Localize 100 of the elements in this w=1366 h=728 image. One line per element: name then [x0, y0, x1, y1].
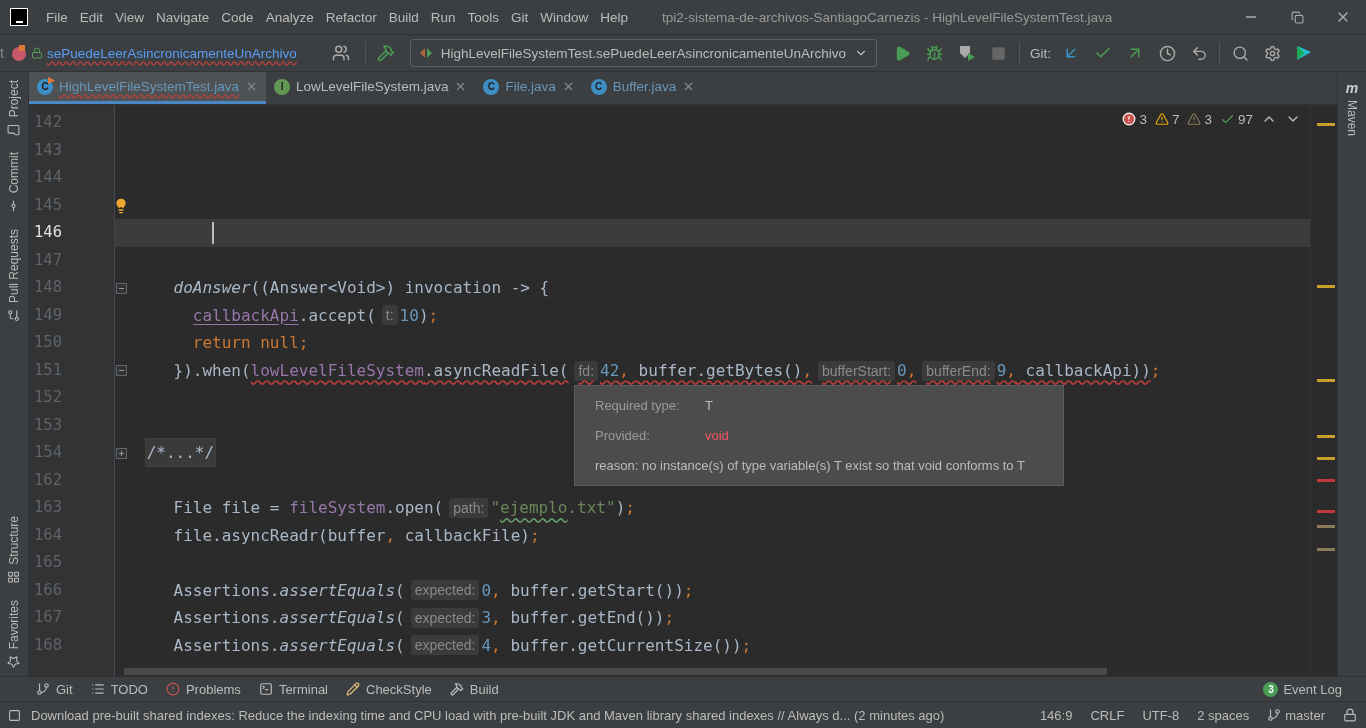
code-token: ,	[619, 360, 629, 380]
editor-tab[interactable]: C Buffer.java	[582, 72, 704, 104]
menu-item[interactable]: Edit	[73, 9, 110, 25]
menu-item[interactable]: Analyze	[259, 9, 320, 25]
plugin-logo-icon[interactable]	[1295, 44, 1313, 62]
parameter-hint: expected:	[410, 607, 480, 628]
tool-window-button[interactable]: Git	[30, 681, 85, 697]
weak-warning-count[interactable]: 3	[1204, 111, 1212, 127]
tool-window-button[interactable]: CheckStyle	[340, 681, 444, 697]
tooltip-value: void	[705, 428, 729, 443]
run-config-dropdown[interactable]: HighLevelFileSystemTest.sePuedeLeerAsincronicamenteUnArchivo	[409, 39, 877, 67]
event-log-button[interactable]: 3 Event Log	[1263, 681, 1366, 697]
weak-warning-icon	[1187, 112, 1202, 126]
side-tool-tab[interactable]: Commit	[0, 144, 28, 221]
code-token: 10	[399, 305, 419, 325]
warning-count[interactable]: 7	[1171, 111, 1180, 127]
build-icon[interactable]	[376, 44, 395, 62]
parameter-hint: bufferStart:	[818, 360, 896, 381]
git-branch[interactable]: master	[1258, 707, 1334, 723]
code-token: .accept(	[298, 305, 376, 325]
coverage-icon[interactable]	[958, 44, 976, 62]
file-encoding[interactable]: UTF-8	[1133, 707, 1189, 723]
code-token: ;	[428, 305, 439, 325]
tooltip-label: Provided:	[595, 428, 651, 443]
tool-window-button[interactable]: TODO	[84, 681, 160, 697]
typo-count[interactable]: 97	[1237, 111, 1253, 127]
side-tool-tab[interactable]: Structure	[0, 507, 28, 592]
error-count[interactable]: 3	[1139, 111, 1147, 127]
menu-item[interactable]: Window	[534, 9, 595, 25]
editor-tab[interactable]: C File.java	[475, 72, 583, 104]
side-tool-tab[interactable]: Favorites	[0, 591, 28, 676]
menu-item[interactable]: Git	[505, 9, 535, 25]
pencil-icon	[346, 682, 360, 696]
code-token: lowLevelFileSystem	[250, 360, 424, 380]
menu-item[interactable]: File	[40, 9, 74, 25]
menu-item[interactable]: Run	[424, 9, 462, 25]
code-token: 3	[481, 608, 492, 628]
code-token: .asyncReadFile(	[424, 360, 569, 380]
code-token: ,	[906, 360, 917, 380]
rollback-icon[interactable]	[1190, 44, 1208, 62]
collapse-icon[interactable]	[115, 365, 127, 376]
run-icon[interactable]	[894, 44, 912, 62]
menu-item[interactable]: View	[109, 9, 151, 25]
breadcrumb-item[interactable]: sePuedeLeerAsincronicamenteUnArchivo	[46, 45, 297, 61]
line-ending[interactable]: CRLF	[1081, 707, 1134, 723]
menu-item[interactable]: Tools	[461, 9, 505, 25]
code-token: )	[615, 498, 626, 518]
debug-icon[interactable]	[926, 44, 944, 62]
window-title: tpi2-sistema-de-archivos-SantiagoCarnezis - HighLevelFileSystemTest.java	[662, 9, 1114, 25]
code-token: ((Answer<Void>) invocation -> {	[250, 278, 550, 298]
tooltip-label: Required type:	[595, 398, 681, 413]
code-token: .txt"	[567, 498, 616, 518]
users-icon[interactable]	[331, 44, 350, 62]
restore-icon[interactable]	[1290, 10, 1304, 24]
editor-tab[interactable]: C HighLevelFileSystemTest.java	[29, 72, 267, 104]
lightbulb-icon[interactable]	[113, 197, 129, 214]
tool-window-button[interactable]: Build	[443, 681, 511, 697]
side-tool-tab[interactable]: m Maven	[1338, 72, 1366, 145]
class-icon: C	[483, 78, 500, 95]
folded-comment[interactable]: /*...*/	[144, 438, 217, 468]
grid-icon	[7, 570, 21, 584]
search-icon[interactable]	[1231, 44, 1249, 62]
menu-item[interactable]: Navigate	[150, 9, 216, 25]
code-token: Assertions.	[173, 635, 280, 655]
expand-icon[interactable]	[115, 447, 127, 459]
collapse-icon[interactable]	[115, 282, 127, 294]
code-token: ,	[491, 608, 501, 628]
error-icon	[165, 682, 180, 696]
code-token: ;	[741, 635, 752, 655]
indent-setting[interactable]: 2 spaces	[1188, 707, 1259, 723]
settings-icon[interactable]	[1263, 44, 1281, 62]
menu-item[interactable]: Help	[594, 9, 635, 25]
tool-window-button[interactable]: Terminal	[252, 681, 340, 697]
menu-item[interactable]: Build	[382, 9, 425, 25]
tooltip-reason: reason: no instance(s) of type variable(s) T exist so that void conforms to T	[595, 458, 1026, 473]
app-logo	[10, 8, 28, 26]
code-token: buffer.getCurrentSize())	[510, 635, 742, 655]
code-token: ejemplo	[500, 498, 568, 518]
side-tool-tab[interactable]: Pull Requests	[0, 220, 28, 330]
side-tool-tab[interactable]: Project	[0, 72, 28, 145]
code-token: fileSystem	[289, 498, 386, 518]
code-token: (	[395, 580, 405, 600]
caret-position[interactable]: 146:9	[1030, 707, 1082, 723]
menu-item[interactable]: Refactor	[319, 9, 383, 25]
parameter-hint: t:	[381, 305, 398, 326]
code-token: ;	[529, 525, 540, 545]
status-message[interactable]: Download pre-built shared indexes: Reduce the indexing time and CPU load with pre-built JDK and Maven library shared indexes // Always d... (2 minutes ago)	[31, 707, 1031, 723]
breadcrumb-item[interactable]: t	[0, 45, 4, 61]
tool-window-button[interactable]: Problems	[159, 681, 253, 697]
code-token: 0	[481, 580, 492, 600]
horizontal-scrollbar[interactable]	[124, 668, 1107, 675]
parameter-hint: bufferEnd:	[922, 360, 995, 381]
panel-toggle-icon[interactable]	[8, 708, 21, 722]
menu-item[interactable]: Code	[215, 9, 260, 25]
notification-badge: 3	[1263, 681, 1279, 697]
pull-request-icon	[7, 308, 21, 322]
lock-icon[interactable]	[1343, 708, 1357, 722]
code-token: callbackApi))	[1025, 360, 1151, 380]
history-icon[interactable]	[1158, 44, 1176, 62]
editor-tab[interactable]: I LowLevelFileSystem.java	[266, 72, 476, 104]
